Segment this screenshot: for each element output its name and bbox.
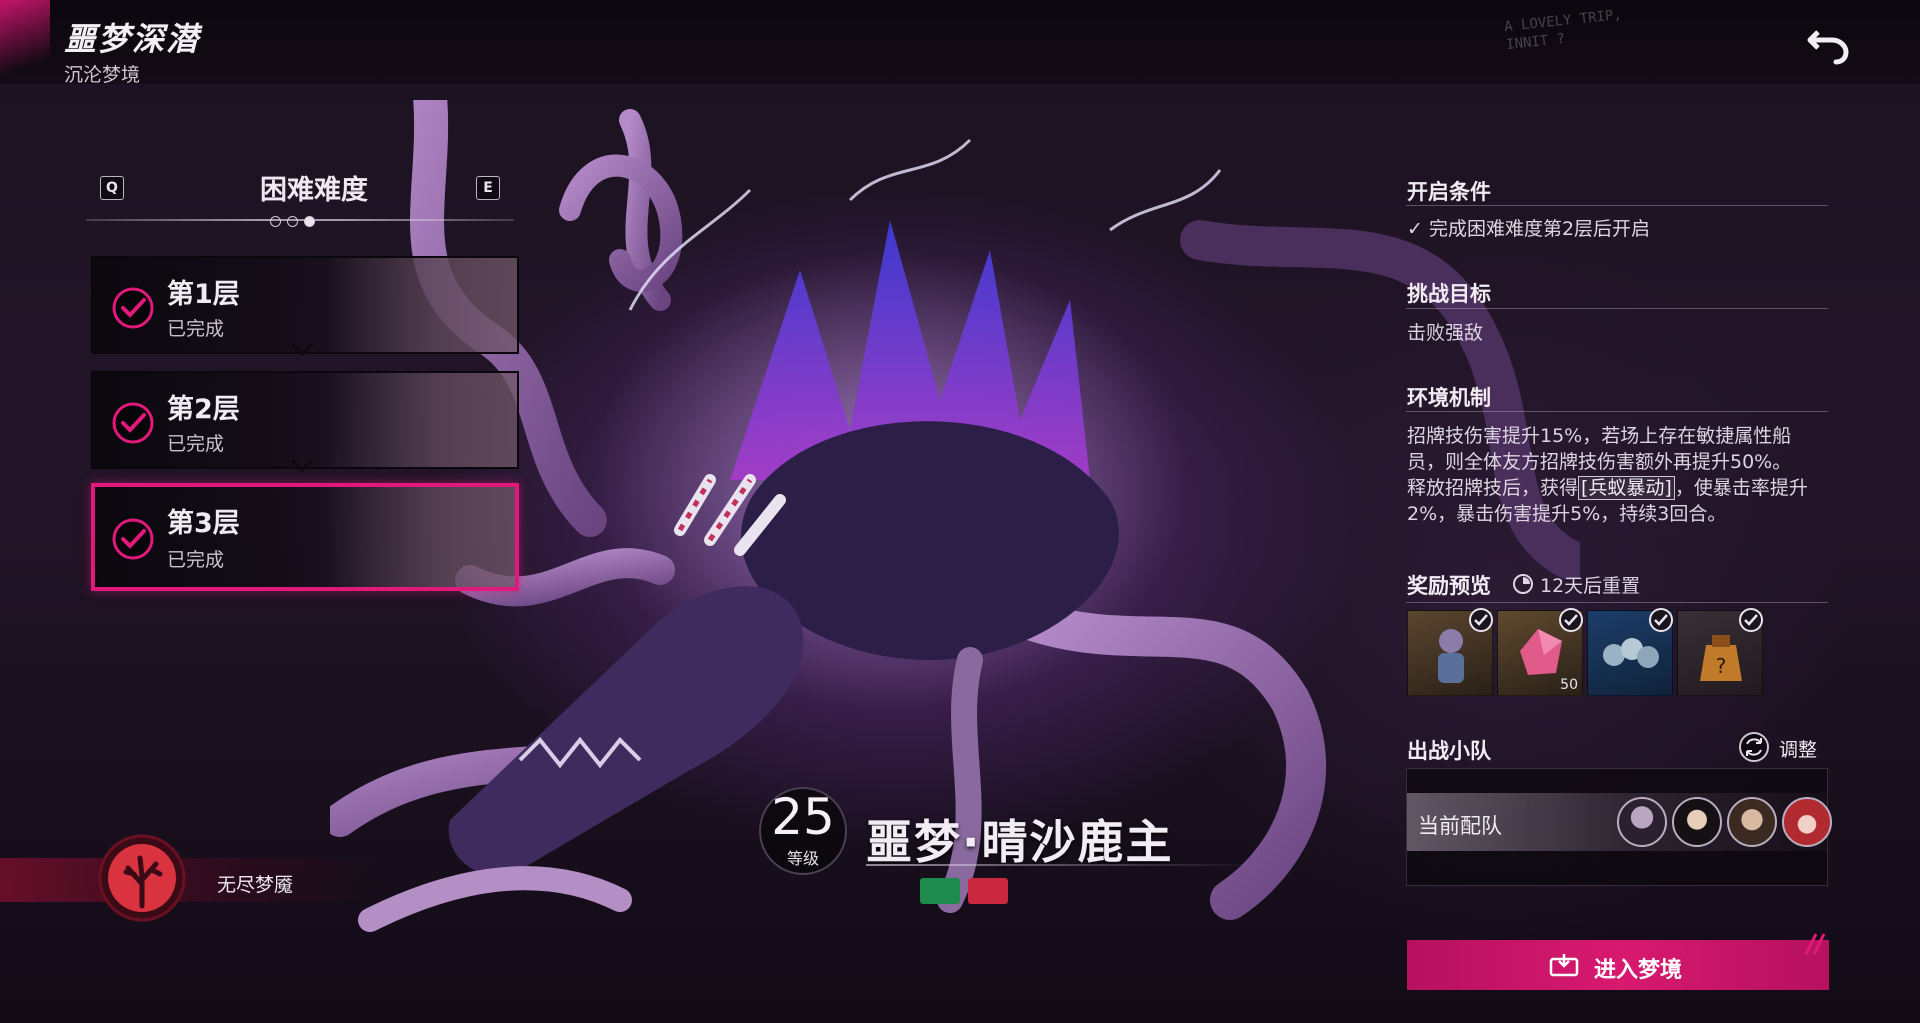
section-divider: [1406, 308, 1828, 309]
layer-card-1[interactable]: 第1层 已完成: [91, 256, 519, 354]
claimed-check-icon: [1739, 608, 1763, 632]
layer-thumbnail: [327, 258, 517, 352]
claimed-check-icon: [1649, 608, 1673, 632]
environment-mechanism-text: 招牌技伤害提升15%，若场上存在敏捷属性船员，则全体友方招牌技伤害额外再提升50…: [1407, 423, 1827, 527]
clock-icon: [1513, 574, 1533, 594]
reward-reset-note: 12天后重置: [1540, 575, 1641, 597]
environment-mechanism-title: 环境机制: [1407, 386, 1491, 410]
challenge-goal-text: 击败强敌: [1407, 322, 1484, 344]
mechanism-line-1: 招牌技伤害提升15%，若场上存在敏捷属性船员，则全体友方招牌技伤害额外再提升50…: [1407, 425, 1792, 473]
section-divider: [1406, 602, 1828, 603]
reward-item-3[interactable]: [1587, 608, 1673, 696]
layer-status: 已完成: [167, 433, 225, 455]
pager-dot[interactable]: [270, 216, 281, 227]
endless-nightmare-label[interactable]: 无尽梦魇: [217, 870, 293, 897]
reward-quantity: 50: [1560, 677, 1578, 693]
reward-item-4[interactable]: ?: [1677, 608, 1763, 696]
avatar[interactable]: [1617, 797, 1667, 847]
page-subtitle: 沉沦梦境: [64, 64, 141, 86]
check-mark-icon: ✓: [1407, 218, 1423, 240]
completed-check-icon: [112, 402, 154, 444]
battle-team-title: 出战小队: [1407, 739, 1491, 763]
layer-card-3[interactable]: 第3层 已完成: [91, 483, 519, 591]
unlock-condition-value: 完成困难难度第2层后开启: [1428, 218, 1651, 240]
difficulty-header: Q 困难难度 E: [100, 168, 510, 208]
element-tag-icon: [920, 878, 960, 904]
swap-icon[interactable]: [1738, 731, 1770, 763]
element-tag-icon: [968, 878, 1008, 904]
layer-name: 第1层: [167, 279, 240, 310]
difficulty-title: 困难难度: [260, 175, 368, 206]
page-title: 噩梦深潜: [64, 20, 201, 58]
top-bar: [0, 0, 1920, 92]
unlock-condition-title: 开启条件: [1407, 180, 1491, 204]
avatar[interactable]: [1727, 797, 1777, 847]
difficulty-pager: [270, 212, 321, 227]
completed-check-icon: [112, 518, 154, 560]
svg-text:?: ?: [1716, 654, 1727, 678]
boss-level-value: 25: [771, 788, 835, 846]
layer-thumbnail: [325, 487, 515, 587]
avatar[interactable]: [1782, 797, 1832, 847]
boss-name-underline: [866, 864, 1256, 866]
enter-dream-label: 进入梦境: [1594, 958, 1683, 983]
boss-level-label: 等级: [786, 849, 819, 868]
boss-name: 噩梦·晴沙鹿主: [866, 815, 1174, 869]
next-difficulty-key[interactable]: E: [476, 176, 500, 200]
return-arrow-icon: [1807, 30, 1849, 65]
layer-thumbnail: [327, 373, 517, 467]
unlock-condition-text: ✓ 完成困难难度第2层后开启: [1407, 216, 1827, 242]
claimed-check-icon: [1559, 608, 1583, 632]
pager-dot[interactable]: [304, 216, 315, 227]
dead-tree-icon[interactable]: [96, 832, 188, 924]
claimed-check-icon: [1469, 608, 1493, 632]
prev-difficulty-key[interactable]: Q: [100, 176, 124, 200]
reward-item-1[interactable]: [1407, 608, 1493, 696]
endless-nightmare-bar: [0, 858, 380, 902]
layer-name: 第3层: [167, 508, 240, 539]
avatar[interactable]: [1672, 797, 1722, 847]
adjust-team-button[interactable]: 调整: [1779, 735, 1817, 762]
mechanism-line-2: 释放招牌技后，获得 [兵蚁暴动] ，使暴击率提升2%，暴击伤害提升5%，持续3回合。: [1407, 476, 1808, 525]
completed-check-icon: [112, 287, 154, 329]
back-button[interactable]: [1804, 20, 1852, 68]
enter-box-icon: [1549, 954, 1579, 977]
reward-item-2[interactable]: 50: [1497, 608, 1583, 696]
layer-status: 已完成: [167, 318, 225, 340]
reward-preview-title: 奖励预览: [1407, 574, 1491, 598]
section-divider: [1406, 205, 1828, 206]
chevron-down-icon: [290, 458, 314, 472]
header-accent: [0, 0, 50, 92]
decorative-slash-icon: [1804, 933, 1826, 955]
buff-keyword[interactable]: [兵蚁暴动]: [1578, 476, 1675, 500]
chevron-down-icon: [290, 342, 314, 356]
pager-dot[interactable]: [287, 216, 298, 227]
layer-name: 第2层: [167, 394, 240, 425]
layer-card-2[interactable]: 第2层 已完成: [91, 371, 519, 469]
current-team-label: 当前配队: [1418, 814, 1502, 838]
layer-status: 已完成: [167, 549, 225, 571]
section-divider: [1406, 411, 1828, 412]
challenge-goal-title: 挑战目标: [1407, 282, 1491, 306]
